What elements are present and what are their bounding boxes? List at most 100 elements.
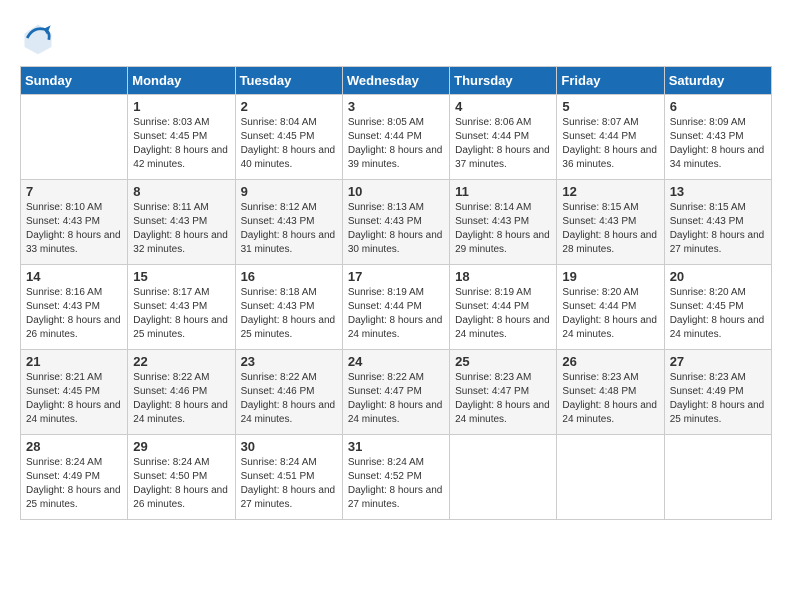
calendar-cell: 3 Sunrise: 8:05 AMSunset: 4:44 PMDaylight… (342, 95, 449, 180)
day-info: Sunrise: 8:07 AMSunset: 4:44 PMDaylight:… (562, 116, 658, 172)
calendar-cell: 20 Sunrise: 8:20 AMSunset: 4:45 PMDayligh… (664, 265, 771, 350)
day-number: 13 (670, 184, 766, 199)
day-number: 8 (133, 184, 229, 199)
calendar-cell: 23 Sunrise: 8:22 AMSunset: 4:46 PMDayligh… (235, 350, 342, 435)
day-number: 25 (455, 354, 551, 369)
weekday-row: SundayMondayTuesdayWednesdayThursdayFrid… (21, 67, 772, 95)
day-info: Sunrise: 8:05 AMSunset: 4:44 PMDaylight:… (348, 116, 444, 172)
weekday-header: Friday (557, 67, 664, 95)
calendar-cell: 10 Sunrise: 8:13 AMSunset: 4:43 PMDayligh… (342, 180, 449, 265)
day-info: Sunrise: 8:24 AMSunset: 4:50 PMDaylight:… (133, 456, 229, 512)
day-info: Sunrise: 8:06 AMSunset: 4:44 PMDaylight:… (455, 116, 551, 172)
day-number: 16 (241, 269, 337, 284)
day-info: Sunrise: 8:20 AMSunset: 4:45 PMDaylight:… (670, 286, 766, 342)
day-number: 2 (241, 99, 337, 114)
logo (20, 20, 62, 56)
day-info: Sunrise: 8:22 AMSunset: 4:46 PMDaylight:… (241, 371, 337, 427)
day-number: 30 (241, 439, 337, 454)
calendar-cell: 6 Sunrise: 8:09 AMSunset: 4:43 PMDaylight… (664, 95, 771, 180)
calendar-cell: 5 Sunrise: 8:07 AMSunset: 4:44 PMDaylight… (557, 95, 664, 180)
day-info: Sunrise: 8:23 AMSunset: 4:49 PMDaylight:… (670, 371, 766, 427)
calendar-cell: 26Sunrise: 8:23 AMSunset: 4:48 PMDayligh… (557, 350, 664, 435)
calendar-week-row: 28 Sunrise: 8:24 AMSunset: 4:49 PMDayligh… (21, 435, 772, 520)
day-info: Sunrise: 8:23 AMSunset: 4:47 PMDaylight:… (455, 371, 551, 427)
calendar-cell: 16 Sunrise: 8:18 AMSunset: 4:43 PMDayligh… (235, 265, 342, 350)
day-info: Sunrise: 8:04 AMSunset: 4:45 PMDaylight:… (241, 116, 337, 172)
day-info: Sunrise: 8:09 AMSunset: 4:43 PMDaylight:… (670, 116, 766, 172)
day-info: Sunrise: 8:20 AMSunset: 4:44 PMDaylight:… (562, 286, 658, 342)
day-info: Sunrise: 8:17 AMSunset: 4:43 PMDaylight:… (133, 286, 229, 342)
calendar-week-row: 1 Sunrise: 8:03 AMSunset: 4:45 PMDaylight… (21, 95, 772, 180)
day-number: 15 (133, 269, 229, 284)
calendar-cell: 30 Sunrise: 8:24 AMSunset: 4:51 PMDayligh… (235, 435, 342, 520)
day-number: 1 (133, 99, 229, 114)
day-info: Sunrise: 8:03 AMSunset: 4:45 PMDaylight:… (133, 116, 229, 172)
calendar-cell (21, 95, 128, 180)
weekday-header: Tuesday (235, 67, 342, 95)
day-info: Sunrise: 8:15 AMSunset: 4:43 PMDaylight:… (670, 201, 766, 257)
weekday-header: Sunday (21, 67, 128, 95)
day-info: Sunrise: 8:22 AMSunset: 4:47 PMDaylight:… (348, 371, 444, 427)
day-info: Sunrise: 8:22 AMSunset: 4:46 PMDaylight:… (133, 371, 229, 427)
calendar-week-row: 21 Sunrise: 8:21 AMSunset: 4:45 PMDayligh… (21, 350, 772, 435)
day-number: 23 (241, 354, 337, 369)
day-number: 27 (670, 354, 766, 369)
day-number: 5 (562, 99, 658, 114)
day-info: Sunrise: 8:11 AMSunset: 4:43 PMDaylight:… (133, 201, 229, 257)
day-number: 22 (133, 354, 229, 369)
day-number: 20 (670, 269, 766, 284)
header (20, 20, 772, 56)
day-number: 9 (241, 184, 337, 199)
day-info: Sunrise: 8:24 AMSunset: 4:51 PMDaylight:… (241, 456, 337, 512)
day-info: Sunrise: 8:15 AMSunset: 4:43 PMDaylight:… (562, 201, 658, 257)
calendar-cell: 13 Sunrise: 8:15 AMSunset: 4:43 PMDayligh… (664, 180, 771, 265)
calendar-cell (557, 435, 664, 520)
day-number: 29 (133, 439, 229, 454)
day-number: 3 (348, 99, 444, 114)
calendar-cell: 29 Sunrise: 8:24 AMSunset: 4:50 PMDayligh… (128, 435, 235, 520)
calendar-cell (450, 435, 557, 520)
day-number: 19 (562, 269, 658, 284)
calendar-week-row: 7 Sunrise: 8:10 AMSunset: 4:43 PMDaylight… (21, 180, 772, 265)
day-number: 18 (455, 269, 551, 284)
day-info: Sunrise: 8:13 AMSunset: 4:43 PMDaylight:… (348, 201, 444, 257)
day-info: Sunrise: 8:21 AMSunset: 4:45 PMDaylight:… (26, 371, 122, 427)
calendar-header: SundayMondayTuesdayWednesdayThursdayFrid… (21, 67, 772, 95)
calendar-cell: 1 Sunrise: 8:03 AMSunset: 4:45 PMDaylight… (128, 95, 235, 180)
day-info: Sunrise: 8:19 AMSunset: 4:44 PMDaylight:… (455, 286, 551, 342)
calendar-cell: 27 Sunrise: 8:23 AMSunset: 4:49 PMDayligh… (664, 350, 771, 435)
day-number: 11 (455, 184, 551, 199)
calendar-cell: 11 Sunrise: 8:14 AMSunset: 4:43 PMDayligh… (450, 180, 557, 265)
day-info: Sunrise: 8:18 AMSunset: 4:43 PMDaylight:… (241, 286, 337, 342)
calendar-cell: 28 Sunrise: 8:24 AMSunset: 4:49 PMDayligh… (21, 435, 128, 520)
calendar-cell: 7 Sunrise: 8:10 AMSunset: 4:43 PMDaylight… (21, 180, 128, 265)
calendar-cell (664, 435, 771, 520)
day-info: Sunrise: 8:19 AMSunset: 4:44 PMDaylight:… (348, 286, 444, 342)
day-info: Sunrise: 8:14 AMSunset: 4:43 PMDaylight:… (455, 201, 551, 257)
calendar-cell: 9 Sunrise: 8:12 AMSunset: 4:43 PMDaylight… (235, 180, 342, 265)
calendar-cell: 22 Sunrise: 8:22 AMSunset: 4:46 PMDayligh… (128, 350, 235, 435)
day-number: 4 (455, 99, 551, 114)
day-info: Sunrise: 8:16 AMSunset: 4:43 PMDaylight:… (26, 286, 122, 342)
day-info: Sunrise: 8:23 AMSunset: 4:48 PMDaylight:… (562, 371, 658, 427)
calendar-cell: 4 Sunrise: 8:06 AMSunset: 4:44 PMDaylight… (450, 95, 557, 180)
calendar-cell: 8 Sunrise: 8:11 AMSunset: 4:43 PMDaylight… (128, 180, 235, 265)
day-info: Sunrise: 8:12 AMSunset: 4:43 PMDaylight:… (241, 201, 337, 257)
day-info: Sunrise: 8:24 AMSunset: 4:49 PMDaylight:… (26, 456, 122, 512)
day-number: 7 (26, 184, 122, 199)
day-info: Sunrise: 8:10 AMSunset: 4:43 PMDaylight:… (26, 201, 122, 257)
day-number: 10 (348, 184, 444, 199)
logo-icon (20, 20, 56, 56)
calendar-cell: 15 Sunrise: 8:17 AMSunset: 4:43 PMDayligh… (128, 265, 235, 350)
calendar-cell: 18 Sunrise: 8:19 AMSunset: 4:44 PMDayligh… (450, 265, 557, 350)
day-number: 6 (670, 99, 766, 114)
weekday-header: Wednesday (342, 67, 449, 95)
day-number: 28 (26, 439, 122, 454)
calendar-cell: 25 Sunrise: 8:23 AMSunset: 4:47 PMDayligh… (450, 350, 557, 435)
day-number: 12 (562, 184, 658, 199)
day-number: 24 (348, 354, 444, 369)
calendar-cell: 21 Sunrise: 8:21 AMSunset: 4:45 PMDayligh… (21, 350, 128, 435)
day-number: 21 (26, 354, 122, 369)
day-info: Sunrise: 8:24 AMSunset: 4:52 PMDaylight:… (348, 456, 444, 512)
calendar-body: 1 Sunrise: 8:03 AMSunset: 4:45 PMDaylight… (21, 95, 772, 520)
